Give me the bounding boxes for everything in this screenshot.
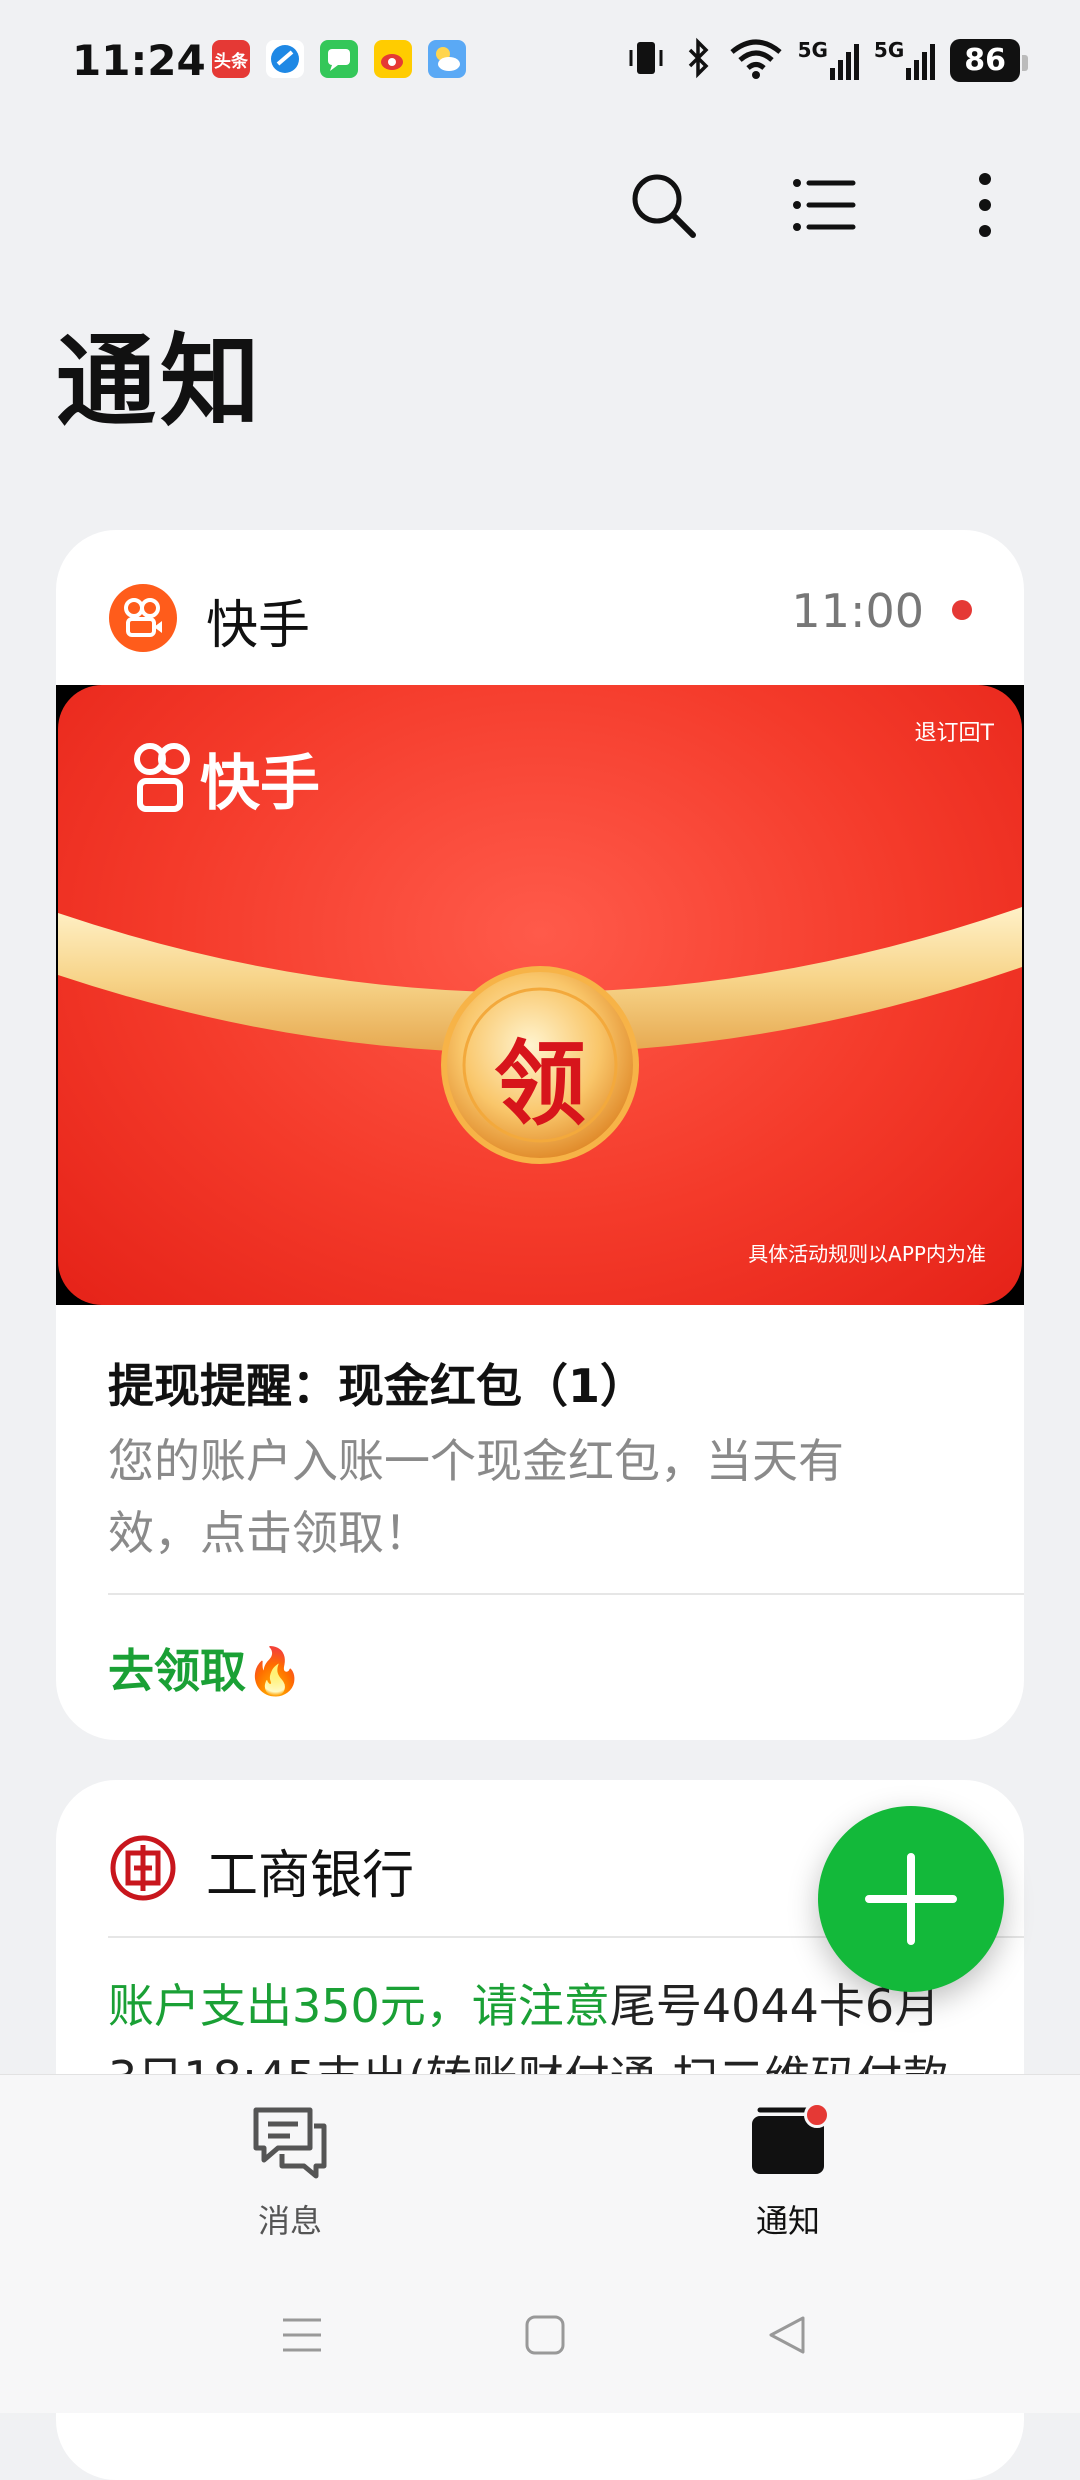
- divider: [108, 1593, 1024, 1595]
- claim-action-button[interactable]: 去领取🔥: [108, 1635, 303, 1701]
- battery-indicator: 86: [950, 38, 1028, 82]
- weibo-icon: [374, 40, 412, 78]
- notification-title: 提现提醒：现金红包（1）: [108, 1359, 647, 1413]
- add-fab-button[interactable]: [818, 1806, 1004, 1992]
- back-button[interactable]: [758, 2305, 818, 2365]
- vibrate-icon: [624, 36, 668, 84]
- plus-icon: [865, 1853, 957, 1945]
- notification-time: 11:00: [791, 584, 924, 638]
- browser-icon: [266, 40, 304, 78]
- status-indicators: 5G 5G 86: [624, 32, 1028, 88]
- recent-apps-button[interactable]: [272, 2305, 332, 2365]
- kuaishou-app-icon: [108, 583, 178, 657]
- page-title: 通知: [56, 323, 264, 440]
- envelope-seal-text: 领: [494, 1031, 587, 1138]
- card-header: 工商银行: [108, 1820, 414, 1920]
- unsubscribe-text: 退订回T: [914, 721, 994, 746]
- notification-tab-icon: [746, 2100, 830, 2184]
- app-name: 快手: [206, 595, 311, 656]
- red-envelope-image: 领 快手 退订回T 具体活动规则以APP内为准: [58, 685, 1022, 1305]
- notification-body: 您的账户入账一个现金红包，当天有效，点击领取！: [108, 1434, 844, 1560]
- status-time: 11:24: [72, 36, 206, 85]
- tab-label: 通知: [755, 2202, 820, 2240]
- chat-bubbles-icon: [253, 2107, 327, 2179]
- back-triangle-icon: [769, 2316, 805, 2354]
- tab-messages[interactable]: 消息: [190, 2100, 390, 2242]
- app-name: 工商银行: [206, 1845, 415, 1906]
- list-icon[interactable]: [778, 160, 868, 250]
- home-square-icon: [525, 2315, 565, 2355]
- envelope-logo: 快手: [128, 735, 320, 822]
- tab-label: 消息: [257, 2202, 322, 2240]
- messages-icon: [320, 40, 358, 78]
- card-header: 快手: [108, 570, 310, 670]
- signal-icon-2: 5G: [874, 38, 936, 82]
- red-envelope-banner[interactable]: 领 快手 退订回T 具体活动规则以APP内为准: [56, 685, 1024, 1305]
- tab-notifications[interactable]: 通知: [688, 2100, 888, 2242]
- banner-footnote: 具体活动规则以APP内为准: [748, 1242, 986, 1266]
- home-button[interactable]: [515, 2305, 575, 2365]
- weather-icon: [428, 40, 466, 78]
- unread-dot: [952, 600, 972, 620]
- wifi-icon: [728, 36, 784, 84]
- more-icon[interactable]: [940, 160, 1030, 250]
- badge-dot: [804, 2102, 830, 2128]
- icbc-app-icon: [108, 1833, 178, 1907]
- signal-icon-1: 5G: [798, 38, 860, 82]
- search-icon[interactable]: [618, 160, 708, 250]
- bluetooth-icon: [682, 36, 714, 84]
- body-highlight: 账户支出350元，请注意: [108, 1979, 610, 2033]
- status-bar: 11:24 头条 5G 5G 86: [0, 0, 1080, 120]
- toutiao-icon: 头条: [212, 40, 250, 78]
- notification-card-kuaishou[interactable]: 快手 11:00 领 快手 退订回T 具体活动规则以APP内为准 提现提醒：现金…: [56, 530, 1024, 1740]
- menu-lines-icon: [283, 2318, 321, 2352]
